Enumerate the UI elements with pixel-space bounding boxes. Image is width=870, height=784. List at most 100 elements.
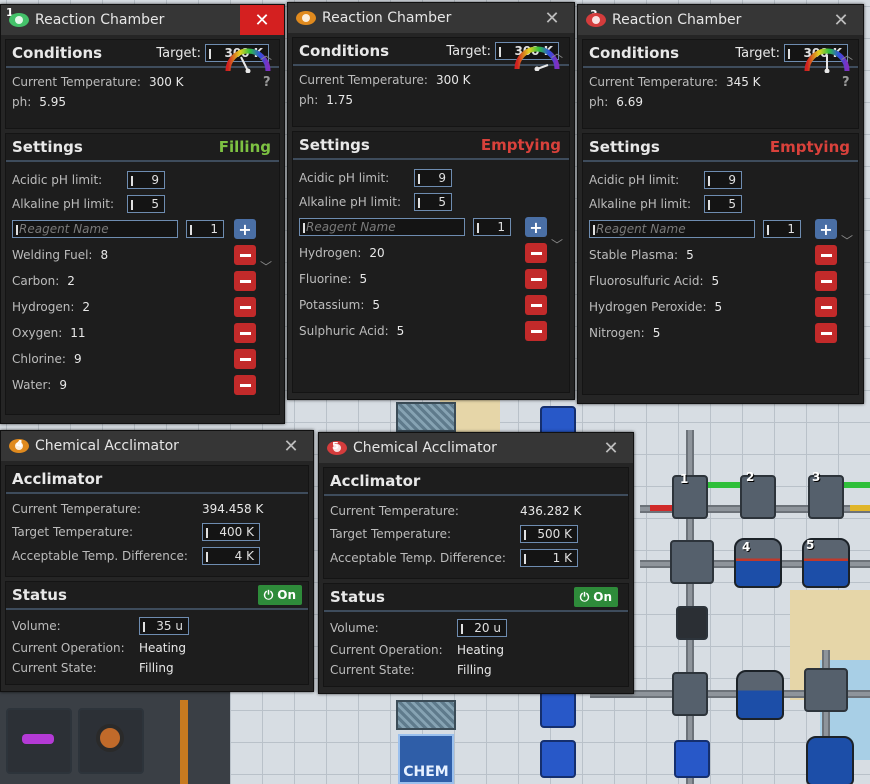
reagent-name: Fluorosulfuric Acid:: [589, 274, 704, 288]
scroll-down-icon[interactable]: ﹀: [840, 234, 854, 248]
temp-diff-input[interactable]: 1 K: [520, 549, 578, 567]
remove-reagent-button[interactable]: [815, 297, 837, 317]
remove-reagent-button[interactable]: [815, 245, 837, 265]
acclimator-label: Acclimator: [330, 472, 421, 490]
current-temp-label: Current Temperature:: [330, 504, 459, 518]
window-titlebar[interactable]: 2 Reaction Chamber ✕: [288, 3, 574, 33]
reaction-chamber-window-3[interactable]: 3 Reaction Chamber ✕ Conditions Target: …: [577, 4, 864, 404]
acidic-ph-input[interactable]: 9: [704, 171, 742, 189]
reagent-name-input[interactable]: Reagent Name: [12, 220, 178, 238]
remove-reagent-button[interactable]: [234, 297, 256, 317]
world-tank[interactable]: [806, 736, 854, 784]
close-icon[interactable]: ✕: [819, 5, 863, 35]
window-title: Chemical Acclimator: [353, 440, 497, 456]
reagent-name: Carbon:: [12, 274, 60, 288]
state-row: Current State: Filling: [6, 658, 308, 678]
reagent-row: Hydrogen Peroxide: 5: [583, 294, 858, 320]
alkaline-ph-input[interactable]: 5: [127, 195, 165, 213]
status-label: Status: [330, 588, 385, 606]
world-heat-exchanger[interactable]: [804, 668, 848, 712]
chem-sign[interactable]: CHEM: [398, 734, 454, 784]
conditions-section: Conditions Target: 300 K Current Tempera…: [5, 39, 280, 129]
help-icon[interactable]: ?: [263, 75, 271, 90]
close-icon[interactable]: ✕: [240, 5, 284, 35]
window-title: Chemical Acclimator: [35, 438, 179, 454]
current-temp-value: 394.458 K: [202, 502, 264, 516]
target-temp-input[interactable]: 500 K: [520, 525, 578, 543]
window-titlebar[interactable]: 1 Reaction Chamber ✕: [1, 5, 284, 35]
remove-reagent-button[interactable]: [525, 243, 547, 263]
volume-input[interactable]: 35 u: [139, 617, 189, 635]
temp-diff-input[interactable]: 4 K: [202, 547, 260, 565]
scroll-down-icon[interactable]: ﹀: [550, 238, 564, 252]
remove-reagent-button[interactable]: [234, 323, 256, 343]
conditions-label: Conditions: [299, 42, 390, 60]
reagent-amount-input[interactable]: 1: [186, 220, 224, 238]
remove-reagent-button[interactable]: [234, 349, 256, 369]
world-heat-exchanger[interactable]: [670, 540, 714, 584]
reagent-name: Hydrogen Peroxide:: [589, 300, 707, 314]
volume-input[interactable]: 20 u: [457, 619, 507, 637]
world-reaction-chamber-1[interactable]: [672, 475, 708, 519]
scroll-up-icon[interactable]: ︿: [840, 48, 854, 62]
ph-row: ph: 6.69: [583, 92, 858, 112]
window-titlebar[interactable]: 4 Chemical Acclimator ✕: [1, 431, 313, 461]
reagent-name-input[interactable]: Reagent Name: [589, 220, 755, 238]
acidic-ph-input[interactable]: 9: [414, 169, 452, 187]
reagent-amount-input[interactable]: 1: [473, 218, 511, 236]
reagent-name: Potassium:: [299, 298, 365, 312]
remove-reagent-button[interactable]: [525, 295, 547, 315]
scroll-down-icon[interactable]: ﹀: [259, 260, 273, 274]
scroll-up-icon[interactable]: ︿: [550, 46, 564, 60]
reaction-chamber-window-2[interactable]: 2 Reaction Chamber ✕ Conditions Target: …: [287, 2, 575, 400]
power-toggle-button[interactable]: ⏻ On: [573, 587, 618, 607]
remove-reagent-button[interactable]: [815, 271, 837, 291]
grate-floor: [396, 700, 456, 730]
blue-canister[interactable]: [674, 740, 710, 778]
eye-icon: [296, 11, 316, 25]
world-label-4: 4: [742, 540, 751, 554]
world-reaction-chamber-6[interactable]: [672, 672, 708, 716]
remove-reagent-button[interactable]: [525, 321, 547, 341]
reagent-amount-input[interactable]: 1: [763, 220, 801, 238]
window-titlebar[interactable]: 3 Reaction Chamber ✕: [578, 5, 863, 35]
alkaline-ph-input[interactable]: 5: [414, 193, 452, 211]
state-value: Filling: [139, 661, 174, 675]
world-pump[interactable]: [676, 606, 708, 640]
add-reagent-button[interactable]: +: [525, 217, 547, 237]
close-icon[interactable]: ✕: [589, 433, 633, 463]
remove-reagent-button[interactable]: [234, 375, 256, 395]
remove-reagent-button[interactable]: [815, 323, 837, 343]
power-toggle-button[interactable]: ⏻ On: [257, 585, 302, 605]
remove-reagent-button[interactable]: [525, 269, 547, 289]
add-reagent-button[interactable]: +: [234, 219, 256, 239]
blue-canister[interactable]: [540, 690, 576, 728]
temp-diff-label: Acceptable Temp. Difference:: [12, 549, 188, 563]
eye-icon: [9, 13, 29, 27]
window-titlebar[interactable]: 5 Chemical Acclimator ✕: [319, 433, 633, 463]
chem-sign-text: CHEM: [403, 764, 449, 780]
blue-canister[interactable]: [540, 740, 576, 778]
acidic-ph-label: Acidic pH limit:: [589, 173, 680, 187]
help-icon[interactable]: ?: [842, 75, 850, 90]
world-tank[interactable]: [736, 670, 784, 720]
close-icon[interactable]: ✕: [269, 431, 313, 461]
temp-diff-label: Acceptable Temp. Difference:: [330, 551, 506, 565]
reagent-name: Welding Fuel:: [12, 248, 93, 262]
target-temp-input[interactable]: 400 K: [202, 523, 260, 541]
reagent-row: Stable Plasma: 5: [583, 242, 858, 268]
chemical-acclimator-window-4[interactable]: 4 Chemical Acclimator ✕ Acclimator Curre…: [0, 430, 314, 692]
current-temp-label: Current Temperature:: [299, 73, 428, 87]
close-icon[interactable]: ✕: [530, 3, 574, 33]
add-reagent-button[interactable]: +: [815, 219, 837, 239]
current-temp-value: 436.282 K: [520, 504, 582, 518]
acidic-ph-input[interactable]: 9: [127, 171, 165, 189]
reaction-chamber-window-1[interactable]: 1 Reaction Chamber ✕ Conditions Target: …: [0, 4, 285, 424]
remove-reagent-button[interactable]: [234, 271, 256, 291]
reagent-name-input[interactable]: Reagent Name: [299, 218, 465, 236]
remove-reagent-button[interactable]: [234, 245, 256, 265]
alkaline-ph-input[interactable]: 5: [704, 195, 742, 213]
reagent-amount: 2: [82, 300, 91, 314]
chemical-acclimator-window-5[interactable]: 5 Chemical Acclimator ✕ Acclimator Curre…: [318, 432, 634, 694]
scroll-up-icon[interactable]: ︿: [259, 48, 273, 62]
